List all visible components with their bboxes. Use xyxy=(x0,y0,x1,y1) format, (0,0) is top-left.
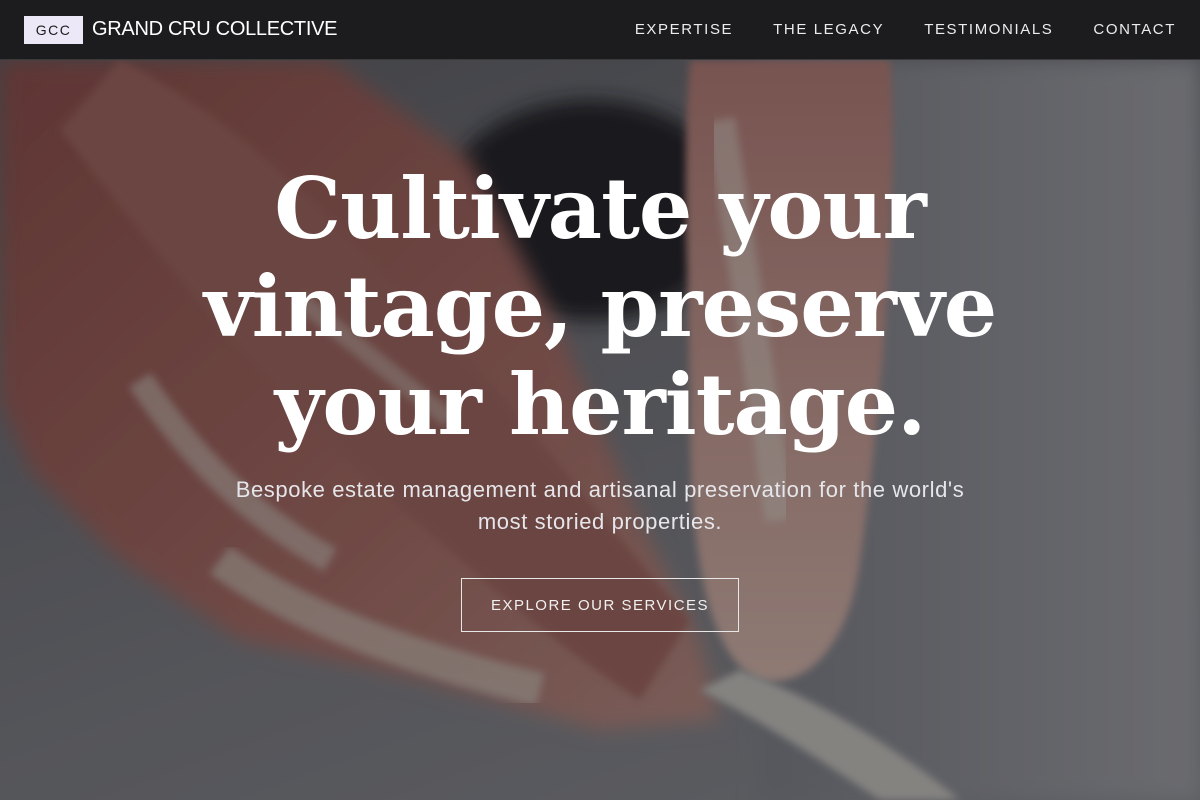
headline-line: vintage, preserve xyxy=(203,257,997,356)
nav-link-contact[interactable]: CONTACT xyxy=(1093,21,1176,38)
nav-link-testimonials[interactable]: TESTIMONIALS xyxy=(924,21,1053,38)
hero-subtitle: Bespoke estate management and artisanal … xyxy=(170,474,1030,538)
main-nav: EXPERTISE THE LEGACY TESTIMONIALS CONTAC… xyxy=(635,21,1176,38)
nav-link-expertise[interactable]: EXPERTISE xyxy=(635,21,733,38)
subtitle-line: most storied properties. xyxy=(477,509,723,534)
subtitle-line: Bespoke estate management and artisanal … xyxy=(235,477,965,502)
logo-badge[interactable]: GCC xyxy=(24,15,83,44)
site-header: GCC GRAND CRU COLLECTIVE EXPERTISE THE L… xyxy=(0,0,1200,60)
brand[interactable]: GCC GRAND CRU COLLECTIVE xyxy=(24,15,337,44)
headline-line: Cultivate your xyxy=(274,159,926,258)
brand-name[interactable]: GRAND CRU COLLECTIVE xyxy=(92,18,337,41)
headline-line: your heritage. xyxy=(274,355,927,454)
nav-link-the-legacy[interactable]: THE LEGACY xyxy=(773,21,884,38)
hero-headline: Cultivate your vintage, preserve your he… xyxy=(150,160,1050,454)
hero-section: Cultivate your vintage, preserve your he… xyxy=(0,160,1200,632)
explore-services-button[interactable]: EXPLORE OUR SERVICES xyxy=(461,578,739,632)
